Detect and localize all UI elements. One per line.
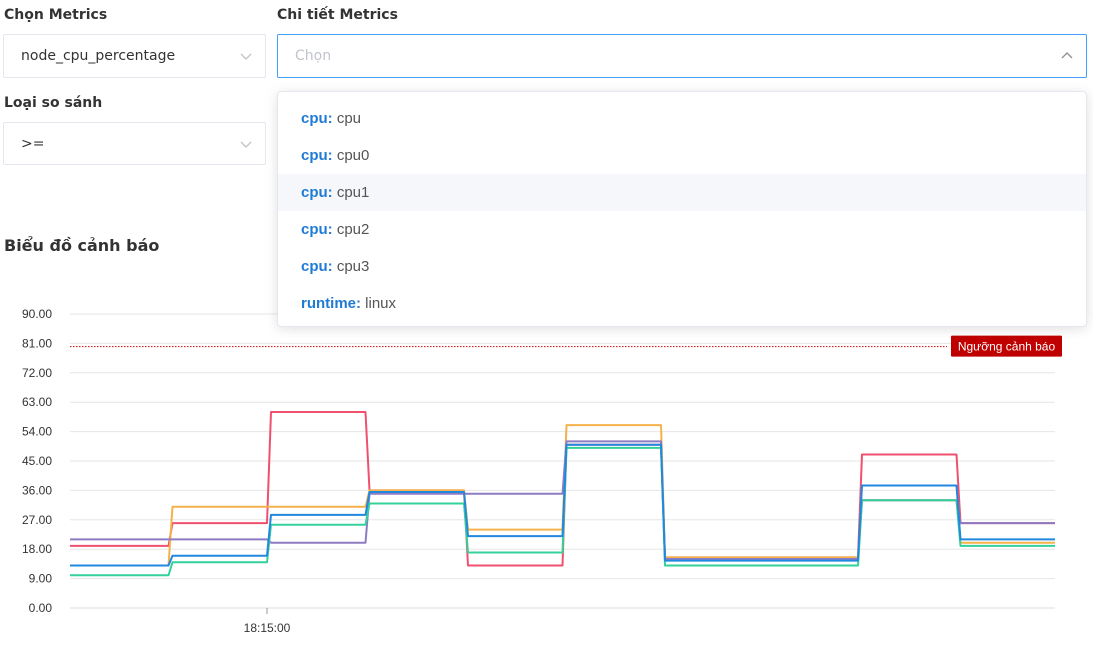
detail-select-placeholder: Chọn [295, 48, 332, 64]
chevron-down-icon [240, 141, 252, 148]
threshold-label: Ngưỡng cảnh báo [958, 340, 1056, 354]
y-tick-label: 36.00 [22, 483, 52, 497]
dropdown-option[interactable]: cpu: cpu0 [278, 137, 1086, 174]
metric-select-value: node_cpu_percentage [21, 48, 176, 64]
detail-select[interactable]: Chọn [277, 34, 1087, 78]
option-key: runtime: [301, 295, 361, 312]
option-value: cpu [336, 110, 362, 127]
option-key: cpu: [301, 110, 333, 127]
y-tick-label: 90.00 [22, 307, 52, 321]
y-tick-label: 45.00 [22, 454, 52, 468]
option-value: cpu3 [336, 258, 370, 275]
y-tick-label: 9.00 [29, 572, 53, 586]
option-value: cpu1 [336, 184, 370, 201]
y-tick-label: 63.00 [22, 395, 52, 409]
y-tick-label: 72.00 [22, 366, 52, 380]
metric-detail-dropdown: cpu: cpu cpu: cpu0 cpu: cpu1 cpu: cpu2 c… [277, 91, 1087, 327]
x-tick-label: 18:15:00 [244, 621, 291, 635]
y-tick-label: 27.00 [22, 513, 52, 527]
compare-select[interactable]: >= [3, 122, 266, 165]
option-value: cpu2 [336, 221, 370, 238]
y-tick-label: 54.00 [22, 425, 52, 439]
dropdown-option[interactable]: cpu: cpu2 [278, 211, 1086, 248]
alert-chart: 0.00 9.00 18.00 27.00 36.00 45.00 54.00 63.00 72… [22, 307, 1062, 635]
y-tick-label: 0.00 [29, 601, 53, 615]
option-value: linux [365, 295, 397, 312]
option-key: cpu: [301, 184, 333, 201]
compare-label: Loại so sánh [4, 95, 103, 111]
y-tick-label: 18.00 [22, 542, 52, 556]
detail-label: Chi tiết Metrics [277, 7, 398, 23]
dropdown-option[interactable]: runtime: linux [278, 285, 1086, 322]
y-tick-label: 81.00 [22, 336, 52, 350]
dropdown-option[interactable]: cpu: cpu1 [278, 174, 1086, 211]
option-key: cpu: [301, 221, 333, 238]
chevron-up-icon [1061, 52, 1073, 59]
option-key: cpu: [301, 147, 333, 164]
metric-select[interactable]: node_cpu_percentage [3, 34, 266, 78]
metric-label: Chọn Metrics [4, 7, 108, 23]
chart-section-title: Biểu đồ cảnh báo [4, 236, 160, 255]
option-key: cpu: [301, 258, 333, 275]
dropdown-option[interactable]: cpu: cpu [278, 100, 1086, 137]
compare-select-value: >= [21, 135, 45, 152]
dropdown-option[interactable]: cpu: cpu3 [278, 248, 1086, 285]
option-value: cpu0 [336, 147, 370, 164]
chevron-down-icon [240, 53, 252, 60]
